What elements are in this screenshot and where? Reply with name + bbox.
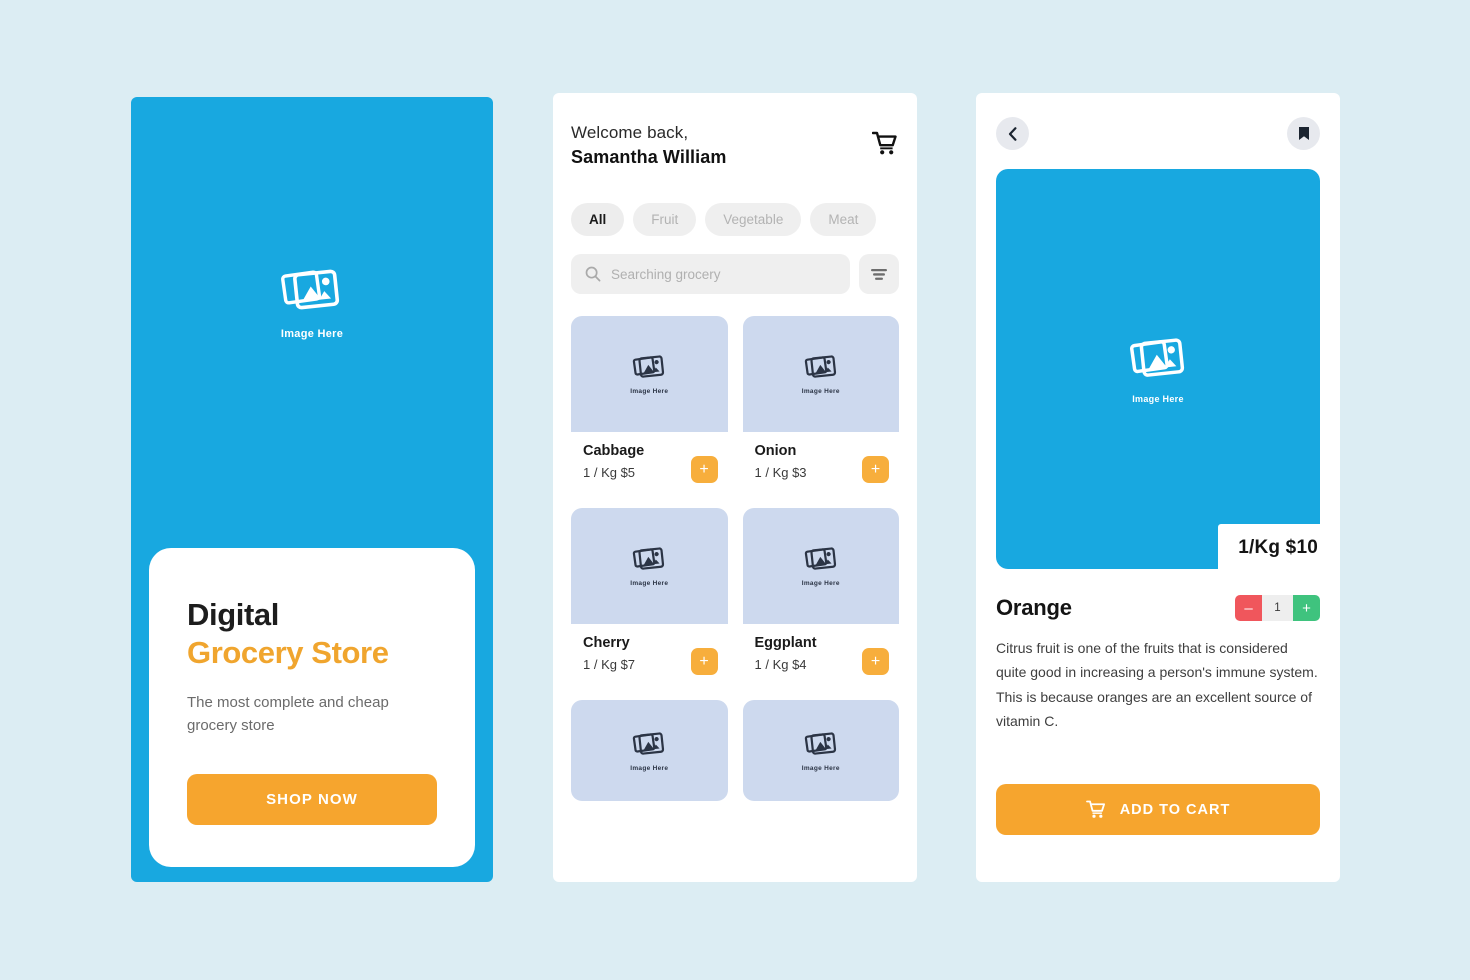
quantity-increment-button[interactable]: +	[1293, 595, 1320, 621]
search-row	[571, 254, 899, 294]
placeholder-label: Image Here	[801, 580, 840, 587]
ui-kit-canvas: Image Here Digital Grocery Store The mos…	[0, 0, 1470, 980]
image-placeholder-icon	[281, 269, 340, 310]
product-hero-image: Image Here 1/Kg $10	[996, 169, 1340, 570]
product-card-partial-2[interactable]: Image Here	[742, 700, 899, 801]
product-image: Image Here	[571, 508, 728, 624]
placeholder-label: Image Here	[1132, 394, 1184, 404]
product-title: Orange	[996, 595, 1072, 620]
user-name: Samantha William	[571, 147, 727, 167]
placeholder-label: Image Here	[630, 580, 669, 587]
placeholder-label: Image Here	[280, 328, 344, 340]
product-image: Image Here	[571, 700, 728, 801]
shopping-cart-icon	[1085, 800, 1105, 818]
product-title-row: Orange – 1 +	[996, 595, 1320, 621]
splash-title-line1: Digital	[187, 596, 279, 632]
bookmark-button[interactable]	[1287, 117, 1320, 150]
product-card-cherry[interactable]: Image Here Cherry 1 / Kg $7 +	[571, 508, 728, 685]
product-description: Citrus fruit is one of the fruits that i…	[996, 640, 1318, 730]
image-placeholder-icon	[1129, 338, 1185, 377]
cart-button[interactable]	[871, 131, 899, 156]
product-card-partial-1[interactable]: Image Here	[571, 700, 728, 801]
product-grid: Image Here Cabbage 1 / Kg $5 + Image Her…	[571, 316, 899, 801]
product-card-cabbage[interactable]: Image Here Cabbage 1 / Kg $5 +	[571, 316, 728, 493]
product-image: Image Here	[571, 316, 728, 432]
image-placeholder-icon	[633, 355, 665, 378]
home-header: Welcome back, Samantha William	[571, 123, 899, 168]
add-to-cart-button[interactable]: +	[862, 648, 889, 675]
price-badge: 1/Kg $10	[1218, 524, 1340, 570]
filter-icon	[871, 269, 887, 280]
splash-subtitle: The most complete and cheap grocery stor…	[187, 693, 389, 734]
back-button[interactable]	[996, 117, 1029, 150]
category-chip-meat[interactable]: Meat	[810, 203, 877, 236]
product-image: Image Here	[742, 700, 899, 801]
splash-title-line2: Grocery Store	[187, 634, 389, 670]
image-placeholder-icon	[633, 731, 665, 755]
detail-header	[996, 117, 1320, 150]
image-placeholder-icon	[633, 547, 665, 570]
greeting-text: Welcome back,	[571, 123, 689, 142]
category-chip-all[interactable]: All	[571, 203, 625, 236]
category-chip-vegetable[interactable]: Vegetable	[705, 203, 802, 236]
add-to-cart-button[interactable]: +	[690, 648, 718, 675]
placeholder-label: Image Here	[801, 388, 840, 395]
greeting-block: Welcome back, Samantha William	[571, 123, 726, 168]
quantity-decrement-button[interactable]: –	[1235, 595, 1262, 621]
image-placeholder-icon	[804, 355, 836, 378]
home-screen: Welcome back, Samantha William All Fruit…	[553, 93, 917, 882]
placeholder-label: Image Here	[801, 764, 840, 772]
image-placeholder-icon	[804, 547, 836, 570]
search-icon	[585, 266, 601, 282]
placeholder-label: Image Here	[630, 388, 669, 395]
add-to-cart-button[interactable]: +	[862, 456, 889, 483]
splash-logo: Image Here	[131, 265, 493, 340]
category-filter-bar: All Fruit Vegetable Meat	[571, 203, 899, 236]
quantity-value: 1	[1262, 595, 1293, 621]
splash-info-card: Digital Grocery Store The most complete …	[149, 547, 475, 867]
product-detail-screen: Image Here 1/Kg $10 Orange – 1 + Citrus …	[976, 93, 1340, 882]
search-box[interactable]	[571, 254, 850, 294]
product-card-onion[interactable]: Image Here Onion 1 / Kg $3 +	[742, 316, 899, 493]
chevron-left-icon	[1008, 126, 1017, 141]
image-placeholder-icon	[804, 731, 836, 755]
product-card-eggplant[interactable]: Image Here Eggplant 1 / Kg $4 +	[742, 508, 899, 685]
product-image: Image Here	[742, 508, 899, 624]
quantity-stepper[interactable]: – 1 +	[1235, 595, 1320, 621]
filter-button[interactable]	[859, 254, 899, 294]
search-input[interactable]	[611, 266, 836, 282]
category-chip-fruit[interactable]: Fruit	[633, 203, 697, 236]
shop-now-button[interactable]: SHOP NOW	[187, 774, 437, 825]
add-to-cart-button[interactable]: ADD TO CART	[996, 784, 1320, 835]
shopping-cart-icon	[871, 131, 897, 155]
splash-screen: Image Here Digital Grocery Store The mos…	[131, 97, 493, 882]
add-to-cart-label: ADD TO CART	[1119, 801, 1231, 818]
add-to-cart-button[interactable]: +	[690, 456, 718, 483]
product-image: Image Here	[742, 316, 899, 432]
bookmark-icon	[1298, 127, 1309, 140]
placeholder-label: Image Here	[630, 764, 669, 772]
